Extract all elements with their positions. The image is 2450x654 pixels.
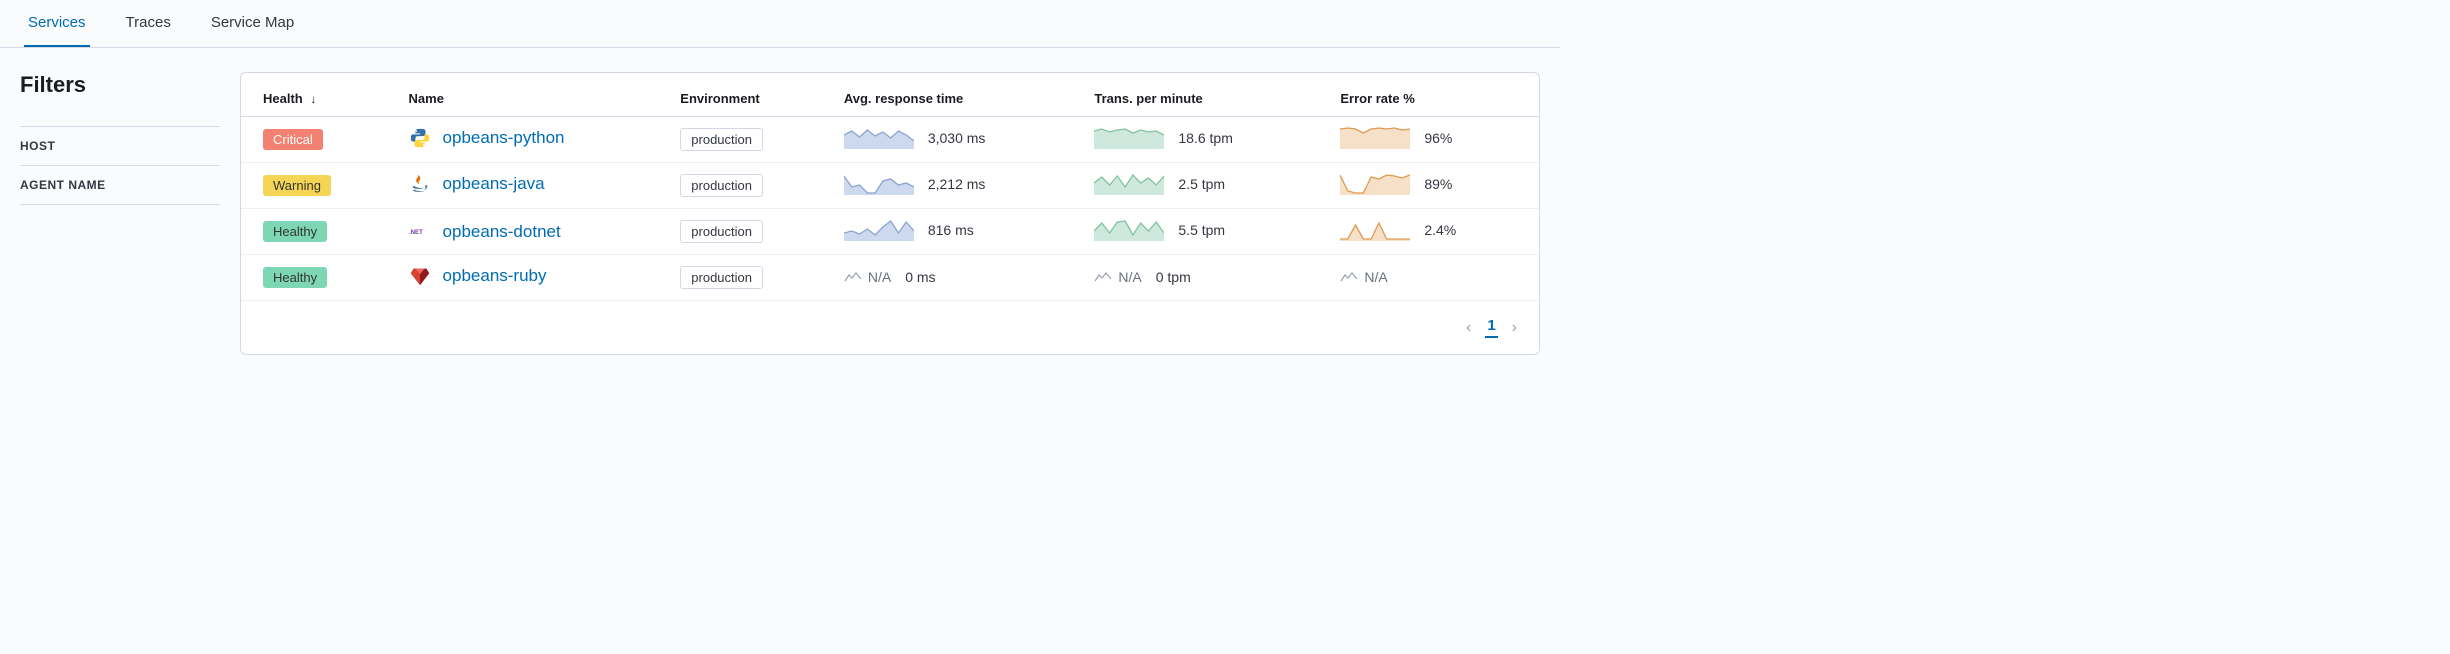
col-health[interactable]: Health ↓ [241,81,395,117]
java-icon [409,173,431,195]
page-number[interactable]: 1 [1485,317,1497,338]
tpm-value: 18.6 tpm [1178,130,1232,146]
sparkline [1340,173,1410,195]
avg-response-value: 816 ms [928,222,974,238]
filter-host[interactable]: HOST [20,126,220,166]
svg-text:.NET: .NET [409,230,423,236]
tpm-value: 5.5 tpm [1178,222,1225,238]
services-panel: Health ↓ Name Environment Avg. response … [240,72,1540,355]
col-error-rate[interactable]: Error rate % [1326,81,1539,117]
service-link[interactable]: opbeans-java [443,174,545,194]
health-badge: Healthy [263,221,327,242]
sparkline [1094,219,1164,241]
sort-arrow-icon: ↓ [310,92,316,106]
avg-response-value: 0 ms [905,269,935,285]
health-badge: Warning [263,175,331,196]
avg-response-value: 3,030 ms [928,130,986,146]
sparkline-na: N/A [844,269,891,285]
error-rate-value: 96% [1424,130,1452,146]
filter-agent-name[interactable]: AGENT NAME [20,166,220,205]
python-icon [409,127,431,149]
health-badge: Healthy [263,267,327,288]
tab-traces[interactable]: Traces [122,0,175,47]
filters-title: Filters [20,72,220,98]
page-prev-icon[interactable]: ‹ [1466,319,1471,337]
health-badge: Critical [263,129,323,150]
dotnet-icon: .NET [409,221,431,243]
top-tabs: Services Traces Service Map [0,0,1560,48]
sparkline [844,127,914,149]
service-link[interactable]: opbeans-python [443,128,565,148]
tpm-value: 0 tpm [1156,269,1191,285]
environment-chip: production [680,174,763,197]
error-rate-value: 89% [1424,176,1452,192]
col-name[interactable]: Name [395,81,667,117]
environment-chip: production [680,128,763,151]
sparkline [1340,127,1410,149]
service-link[interactable]: opbeans-ruby [443,266,547,286]
error-rate-value: 2.4% [1424,222,1456,238]
tab-services[interactable]: Services [24,0,90,47]
sparkline [844,219,914,241]
sparkline-na: N/A [1340,269,1387,285]
col-environment[interactable]: Environment [666,81,830,117]
sparkline [1094,173,1164,195]
sparkline [844,173,914,195]
col-tpm[interactable]: Trans. per minute [1080,81,1326,117]
pagination: ‹ 1 › [241,301,1539,342]
sparkline [1340,219,1410,241]
table-row: Healthy opbeans-ruby production N/A0 ms … [241,255,1539,301]
table-row: Warning opbeans-java production 2,212 ms… [241,163,1539,209]
page-next-icon[interactable]: › [1512,319,1517,337]
service-link[interactable]: opbeans-dotnet [443,222,561,242]
col-avg-response[interactable]: Avg. response time [830,81,1081,117]
ruby-icon [409,265,431,287]
environment-chip: production [680,220,763,243]
environment-chip: production [680,266,763,289]
services-table: Health ↓ Name Environment Avg. response … [241,81,1539,301]
filters-sidebar: Filters HOST AGENT NAME [20,72,220,355]
tab-service-map[interactable]: Service Map [207,0,298,47]
sparkline [1094,127,1164,149]
tpm-value: 2.5 tpm [1178,176,1225,192]
table-row: Healthy .NET opbeans-dotnet production 8… [241,209,1539,255]
avg-response-value: 2,212 ms [928,176,986,192]
table-row: Critical opbeans-python production 3,030… [241,117,1539,163]
sparkline-na: N/A [1094,269,1141,285]
